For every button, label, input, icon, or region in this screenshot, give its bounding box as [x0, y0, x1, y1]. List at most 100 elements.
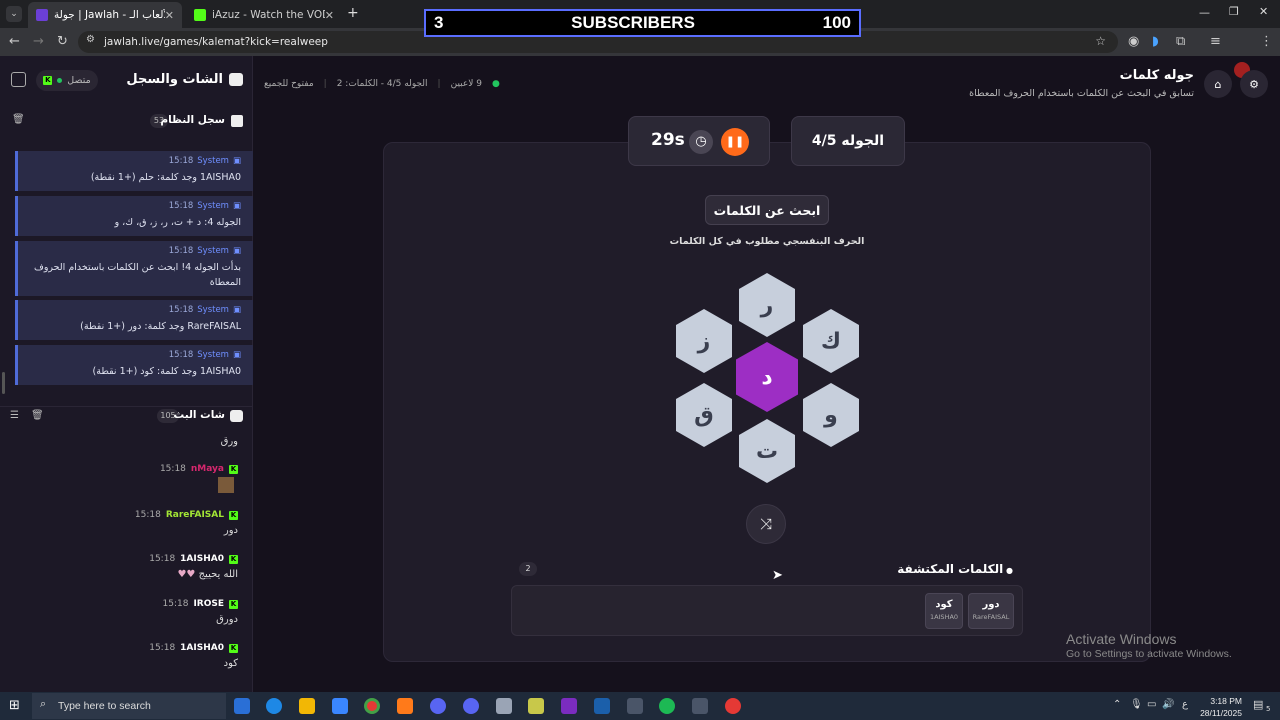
network-icon[interactable]: ▭	[1147, 699, 1156, 710]
clock-icon: ◷	[689, 130, 713, 154]
copilot-icon[interactable]	[234, 698, 250, 714]
pause-button[interactable]: ❚❚	[721, 128, 749, 156]
message-sender: System	[197, 305, 229, 315]
message-text: دورق	[216, 614, 238, 625]
windows-taskbar: ⊞ ⌕ Type here to search ⌃ 🎙 ▭ 🔊 ع ▤ 5	[0, 692, 1280, 720]
close-window-icon[interactable]: ✕	[1259, 5, 1268, 18]
notifications-icon[interactable]: ▤	[1253, 698, 1263, 711]
message-time: 15:18	[149, 643, 176, 653]
windows-start-icon[interactable]: ⊞	[9, 698, 20, 713]
log-scrollbar[interactable]	[2, 372, 5, 394]
media-icon[interactable]: ≡	[1210, 34, 1221, 50]
tab-list-icon[interactable]: ⌄	[6, 6, 22, 22]
notification-count: 5	[1266, 705, 1271, 713]
delete-chat-icon[interactable]: 🗑	[31, 410, 44, 421]
letter: ز	[697, 328, 711, 354]
extensions-puzzle-icon[interactable]: ⧉	[1176, 34, 1185, 50]
delete-log-icon[interactable]: 🗑	[12, 114, 25, 125]
message-time: 15:18	[168, 305, 194, 315]
language-indicator[interactable]: ع	[1182, 699, 1188, 710]
chat-username: 1AISHA0	[180, 554, 224, 564]
collapse-sidebar-icon[interactable]	[11, 72, 26, 87]
round-words-status: الجوله 4/5 - الكلمات: 2	[336, 79, 428, 89]
chrome-icon[interactable]	[364, 698, 380, 714]
taskbar-clock[interactable]: 3:18 PM 28/11/2025	[1200, 695, 1242, 719]
page-title: جوله كلمات	[1119, 68, 1194, 83]
search-icon: ⌕	[40, 698, 47, 710]
app-icon[interactable]	[561, 698, 577, 714]
message-time: 15:18	[149, 554, 176, 564]
letter: و	[824, 402, 838, 428]
chat-message: K 1AISHA0 15:18 الله يحييج ♥♥	[0, 554, 238, 580]
found-words-title-text: الكلمات المكتشفة	[897, 562, 1004, 576]
home-icon[interactable]: ⌂	[1204, 70, 1232, 98]
shuffle-button[interactable]: ⤨	[746, 504, 786, 544]
robot-icon: ▣	[232, 305, 241, 315]
discord-icon[interactable]	[463, 698, 479, 714]
close-tab-icon[interactable]: ✕	[325, 9, 334, 22]
robot-icon: ▣	[232, 350, 241, 360]
settings-gear-icon[interactable]: ⚙	[1240, 70, 1268, 98]
log-list-icon	[231, 115, 243, 127]
found-words-count: 2	[519, 562, 537, 576]
app-icon[interactable]	[692, 698, 708, 714]
letter: ر	[760, 292, 774, 318]
tray-chevron-icon[interactable]: ⌃	[1113, 699, 1121, 710]
filter-icon[interactable]: ☰	[10, 410, 19, 421]
discord-icon[interactable]	[430, 698, 446, 714]
kick-icon: K	[229, 464, 238, 474]
found-words-title: ● الكلمات المكتشفة	[897, 562, 1013, 576]
stream-chat-title: شات البث	[173, 409, 225, 421]
spotify-icon[interactable]	[659, 698, 675, 714]
app-icon[interactable]	[397, 698, 413, 714]
obs-icon[interactable]	[725, 698, 741, 714]
steam-icon[interactable]	[594, 698, 610, 714]
kick-icon: K	[229, 554, 238, 564]
found-words-list: دور RareFAISAL كود 1AISHA0	[511, 585, 1023, 636]
found-word-chip: كود 1AISHA0	[925, 593, 963, 629]
app-icon[interactable]	[627, 698, 643, 714]
chat-username: RareFAISAL	[165, 510, 224, 520]
file-explorer-icon[interactable]	[299, 698, 315, 714]
found-word-user: RareFAISAL	[972, 613, 1010, 621]
back-icon[interactable]: ←	[9, 34, 20, 50]
message-text: الجوله 4: د + ت، ر، ز، ق، ك، و	[114, 217, 241, 228]
menu-icon[interactable]: ⋮	[1260, 34, 1273, 50]
robot-icon: ▣	[232, 201, 241, 211]
volume-icon[interactable]: 🔊	[1162, 699, 1174, 710]
overlay-left-value: 3	[434, 13, 444, 32]
new-tab-icon[interactable]: +	[347, 5, 359, 21]
edge-icon[interactable]	[266, 698, 282, 714]
found-word-user: 1AISHA0	[929, 613, 959, 621]
page-subtitle: تسابق في البحث عن الكلمات باستخدام الحرو…	[969, 88, 1194, 99]
reload-icon[interactable]: ↻	[57, 34, 68, 50]
microphone-icon[interactable]: 🎙	[1130, 699, 1143, 710]
tab-label: iAzuz - Watch the VOD on Kick	[212, 9, 325, 21]
app-icon[interactable]	[496, 698, 512, 714]
minimize-icon[interactable]: —	[1199, 6, 1210, 19]
message-text: دور	[223, 525, 238, 536]
chat-message: K RareFAISAL 15:18 دور	[0, 510, 238, 536]
taskbar-search[interactable]: ⌕ Type here to search	[32, 693, 226, 719]
message-time: 15:18	[168, 156, 194, 166]
message-text: كود	[223, 658, 238, 669]
site-info-icon[interactable]: ⚙	[86, 34, 95, 45]
chat-username: IROSE	[193, 599, 224, 609]
message-time: 15:18	[168, 201, 194, 211]
robot-icon: ▣	[232, 246, 241, 256]
app-icon[interactable]	[528, 698, 544, 714]
message-time: 15:18	[168, 350, 194, 360]
extension-icon[interactable]: ◗	[1152, 34, 1159, 50]
restore-icon[interactable]: ❐	[1229, 5, 1239, 18]
forward-icon[interactable]: →	[33, 34, 44, 50]
tab-kick[interactable]: iAzuz - Watch the VOD on Kick ✕	[186, 2, 342, 28]
bookmark-star-icon[interactable]: ☆	[1095, 34, 1106, 48]
close-tab-icon[interactable]: ✕	[165, 9, 174, 22]
store-icon[interactable]	[332, 698, 348, 714]
online-dot-icon: ●	[491, 79, 500, 89]
activate-windows-subtitle: Go to Settings to activate Windows.	[1066, 648, 1232, 660]
chat-message: ورق	[0, 436, 238, 447]
extension-icon[interactable]: ◉	[1128, 34, 1139, 50]
tab-jawlah[interactable]: جولة | Jawlah - منصة الألعاب الـ ✕	[28, 2, 182, 28]
chat-message: K 1AISHA0 15:18 كود	[0, 643, 238, 669]
